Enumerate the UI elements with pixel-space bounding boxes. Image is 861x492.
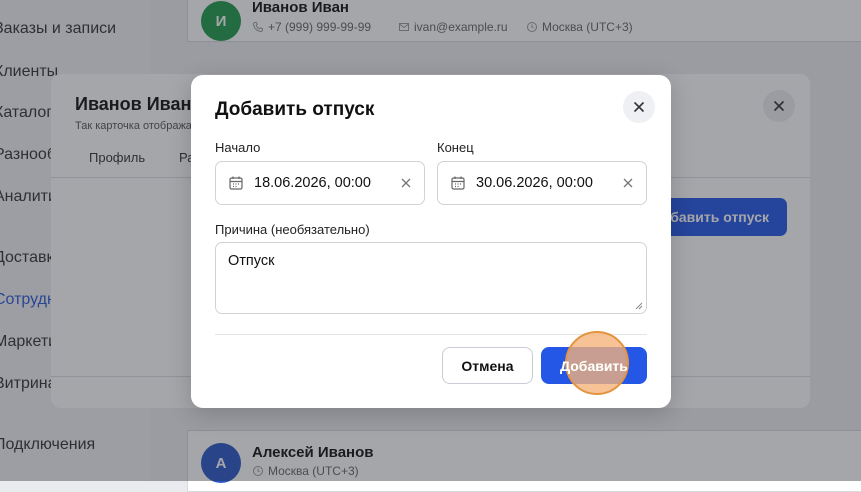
- clear-icon[interactable]: [622, 177, 634, 189]
- calendar-icon: [229, 176, 243, 190]
- calendar-icon: [451, 176, 465, 190]
- reason-value: Отпуск: [228, 253, 275, 269]
- clear-icon[interactable]: [400, 177, 412, 189]
- cancel-button[interactable]: Отмена: [442, 347, 533, 384]
- start-label: Начало: [215, 140, 261, 155]
- reason-label: Причина (необязательно): [215, 222, 370, 237]
- end-date-field[interactable]: 30.06.2026, 00:00: [437, 161, 647, 205]
- close-icon: [633, 101, 645, 113]
- start-date-field[interactable]: 18.06.2026, 00:00: [215, 161, 425, 205]
- dialog-close-button[interactable]: [623, 91, 655, 123]
- end-label: Конец: [437, 140, 474, 155]
- reason-textarea[interactable]: Отпуск: [215, 242, 647, 314]
- resize-handle-icon[interactable]: [635, 302, 643, 310]
- start-date-value: 18.06.2026, 00:00: [254, 175, 371, 191]
- end-date-value: 30.06.2026, 00:00: [476, 175, 593, 191]
- dialog-title: Добавить отпуск: [215, 99, 375, 120]
- add-button-label-overlay: Добавить: [560, 357, 628, 374]
